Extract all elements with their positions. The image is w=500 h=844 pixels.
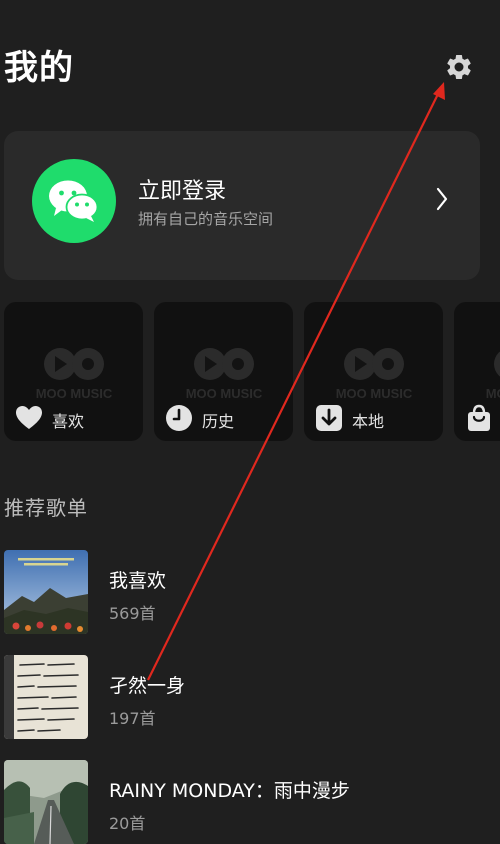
quick-tile-label: 历史 [202, 412, 235, 431]
svg-text:MOO MUSIC: MOO MUSIC [186, 386, 263, 401]
svg-text:MOO MUSIC: MOO MUSIC [36, 386, 113, 401]
login-subtitle: 拥有自己的音乐空间 [138, 210, 274, 228]
playlist-name: 我喜欢 [109, 570, 167, 592]
page-title: 我的 [4, 48, 74, 88]
header: 我的 [0, 0, 500, 110]
moo-music-logo: MOO MUSIC [486, 351, 500, 401]
svg-text:MOO MUSIC: MOO MUSIC [486, 386, 500, 401]
chevron-right-icon [436, 187, 448, 211]
gear-icon [447, 54, 471, 79]
wechat-icon [49, 180, 99, 222]
quick-tile-purchased[interactable]: MOO MUSIC [454, 302, 500, 441]
playlist-count: 197首 [109, 709, 156, 728]
playlist-name: RAINY MONDAY：雨中漫步 [109, 780, 350, 802]
quick-access-row: MOO MUSIC 喜欢 MOO MUSIC 历史 MOO MUSIC 本地 M [0, 302, 500, 442]
bag-icon [468, 404, 490, 431]
playlist-cover-mountain [4, 550, 88, 634]
moo-music-logo: MOO MUSIC [36, 348, 113, 401]
quick-tile-history[interactable]: MOO MUSIC 历史 [154, 302, 293, 441]
playlist-item[interactable]: RAINY MONDAY：雨中漫步 20首 [0, 760, 500, 844]
wechat-avatar [32, 159, 116, 243]
svg-text:MOO MUSIC: MOO MUSIC [336, 386, 413, 401]
clock-icon [166, 405, 192, 431]
my-page: 我的 立即登录 拥有自己的音乐空间 MOO MUSIC 喜欢 MOO MUSIC… [0, 0, 500, 844]
moo-music-logo: MOO MUSIC [186, 348, 263, 401]
playlist-name: 孑然一身 [109, 675, 186, 697]
playlist-count: 569首 [109, 604, 156, 623]
quick-tile-label: 喜欢 [52, 412, 85, 431]
quick-tile-local[interactable]: MOO MUSIC 本地 [304, 302, 443, 441]
playlist-item[interactable]: 孑然一身 197首 [0, 655, 500, 745]
playlist-cover-rainy-road [4, 760, 88, 844]
playlist-cover-handwriting [4, 655, 88, 739]
login-card[interactable]: 立即登录 拥有自己的音乐空间 [4, 131, 480, 280]
playlist-item[interactable]: 我喜欢 569首 [0, 550, 500, 640]
download-icon [316, 405, 342, 431]
settings-button[interactable] [440, 48, 478, 86]
moo-music-logo: MOO MUSIC [336, 348, 413, 401]
login-title: 立即登录 [138, 179, 227, 204]
heart-icon [16, 406, 42, 429]
section-title-recommended: 推荐歌单 [4, 496, 88, 520]
quick-tile-label: 本地 [352, 412, 385, 431]
playlist-count: 20首 [109, 814, 146, 833]
quick-tile-favorites[interactable]: MOO MUSIC 喜欢 [4, 302, 143, 441]
